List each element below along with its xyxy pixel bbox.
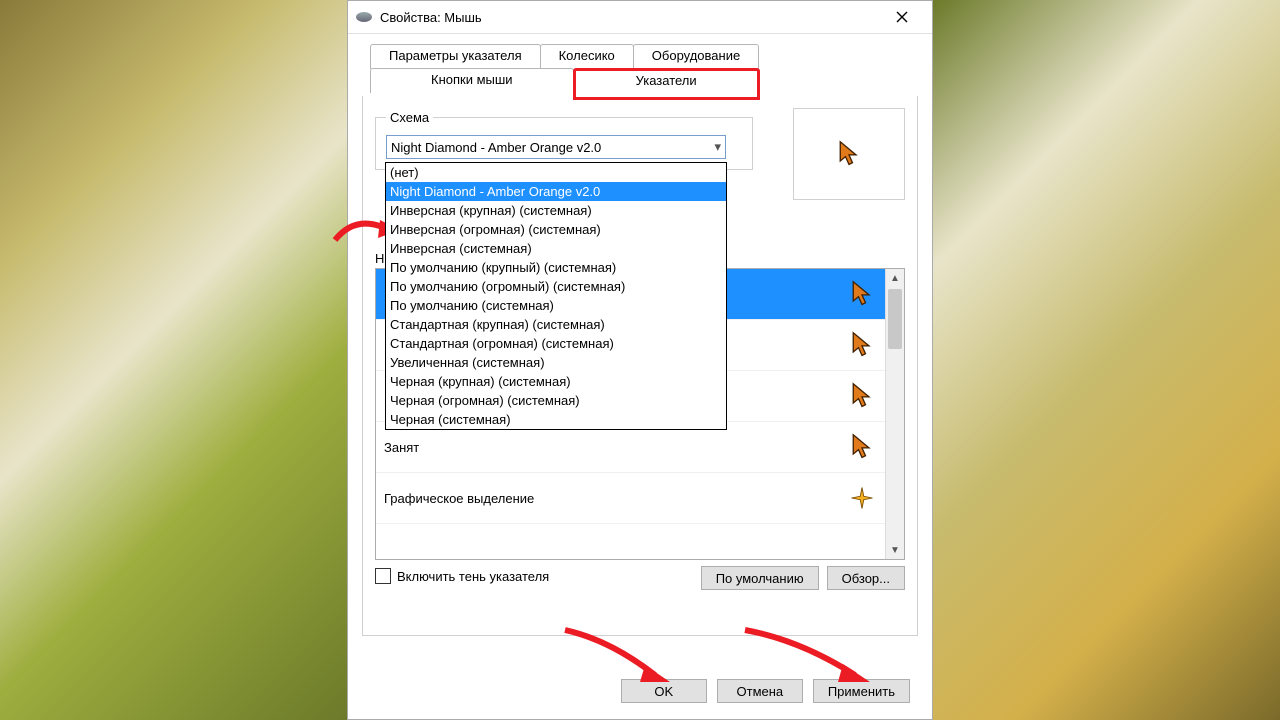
scheme-option[interactable]: Стандартная (огромная) (системная) xyxy=(386,334,726,353)
background-left xyxy=(0,0,347,720)
background-right xyxy=(933,0,1280,720)
scroll-down-icon[interactable]: ▼ xyxy=(886,541,904,559)
scheme-group: Схема Night Diamond - Amber Orange v2.0 … xyxy=(375,110,753,170)
scroll-up-icon[interactable]: ▲ xyxy=(886,269,904,287)
pointer-shadow-checkbox[interactable] xyxy=(375,568,391,584)
cursor-row-icon xyxy=(838,484,886,512)
use-default-button[interactable]: По умолчанию xyxy=(701,566,819,590)
cursor-row-icon xyxy=(838,280,886,308)
tab-колесико[interactable]: Колесико xyxy=(540,44,634,69)
ok-button[interactable]: OK xyxy=(621,679,707,703)
cursor-row-label: Занят xyxy=(376,440,838,455)
tab-кнопки-мыши[interactable]: Кнопки мыши xyxy=(370,68,574,93)
tab-strip: Параметры указателяКолесикоОборудование … xyxy=(362,44,918,96)
scheme-dropdown-list[interactable]: (нет)Night Diamond - Amber Orange v2.0Ин… xyxy=(385,162,727,430)
cancel-button[interactable]: Отмена xyxy=(717,679,803,703)
cursor-preview-icon xyxy=(835,140,863,168)
scheme-option[interactable]: Night Diamond - Amber Orange v2.0 xyxy=(386,182,726,201)
mouse-icon xyxy=(356,12,372,22)
browse-button[interactable]: Обзор... xyxy=(827,566,905,590)
chevron-down-icon: ▾ xyxy=(714,139,721,155)
scheme-option[interactable]: Инверсная (крупная) (системная) xyxy=(386,201,726,220)
scheme-option[interactable]: Черная (огромная) (системная) xyxy=(386,391,726,410)
cursor-row-icon xyxy=(838,382,886,410)
scheme-legend: Схема xyxy=(386,110,433,125)
scheme-option[interactable]: Стандартная (крупная) (системная) xyxy=(386,315,726,334)
customize-legend: Н xyxy=(375,251,384,266)
scheme-option[interactable]: По умолчанию (системная) xyxy=(386,296,726,315)
scheme-option[interactable]: Инверсная (системная) xyxy=(386,239,726,258)
scheme-option[interactable]: Инверсная (огромная) (системная) xyxy=(386,220,726,239)
cursor-row-label: Графическое выделение xyxy=(376,491,838,506)
tab-page-pointers: Схема Night Diamond - Amber Orange v2.0 … xyxy=(362,96,918,636)
mouse-properties-dialog: Свойства: Мышь Параметры указателяКолеси… xyxy=(347,0,933,720)
scheme-option[interactable]: По умолчанию (огромный) (системная) xyxy=(386,277,726,296)
tab-оборудование[interactable]: Оборудование xyxy=(633,44,759,69)
scheme-option[interactable]: (нет) xyxy=(386,163,726,182)
scheme-option[interactable]: Черная (системная) xyxy=(386,410,726,429)
scheme-selected-text: Night Diamond - Amber Orange v2.0 xyxy=(391,140,714,155)
pointer-shadow-label: Включить тень указателя xyxy=(397,569,549,584)
scheme-option[interactable]: Черная (крупная) (системная) xyxy=(386,372,726,391)
cursor-row-icon xyxy=(838,331,886,359)
close-button[interactable] xyxy=(880,1,924,33)
listbox-scrollbar[interactable]: ▲ ▼ xyxy=(885,269,904,559)
cursor-list-row[interactable]: Графическое выделение xyxy=(376,473,886,524)
cursor-row-icon xyxy=(838,433,886,461)
close-icon xyxy=(896,11,908,23)
apply-button[interactable]: Применить xyxy=(813,679,910,703)
titlebar[interactable]: Свойства: Мышь xyxy=(348,1,932,34)
scheme-combobox[interactable]: Night Diamond - Amber Orange v2.0 ▾ xyxy=(386,135,726,159)
tab-параметры-указателя[interactable]: Параметры указателя xyxy=(370,44,541,69)
scroll-thumb[interactable] xyxy=(888,289,902,349)
window-title: Свойства: Мышь xyxy=(380,10,880,25)
scheme-option[interactable]: Увеличенная (системная) xyxy=(386,353,726,372)
cursor-preview xyxy=(793,108,905,200)
scheme-option[interactable]: По умолчанию (крупный) (системная) xyxy=(386,258,726,277)
